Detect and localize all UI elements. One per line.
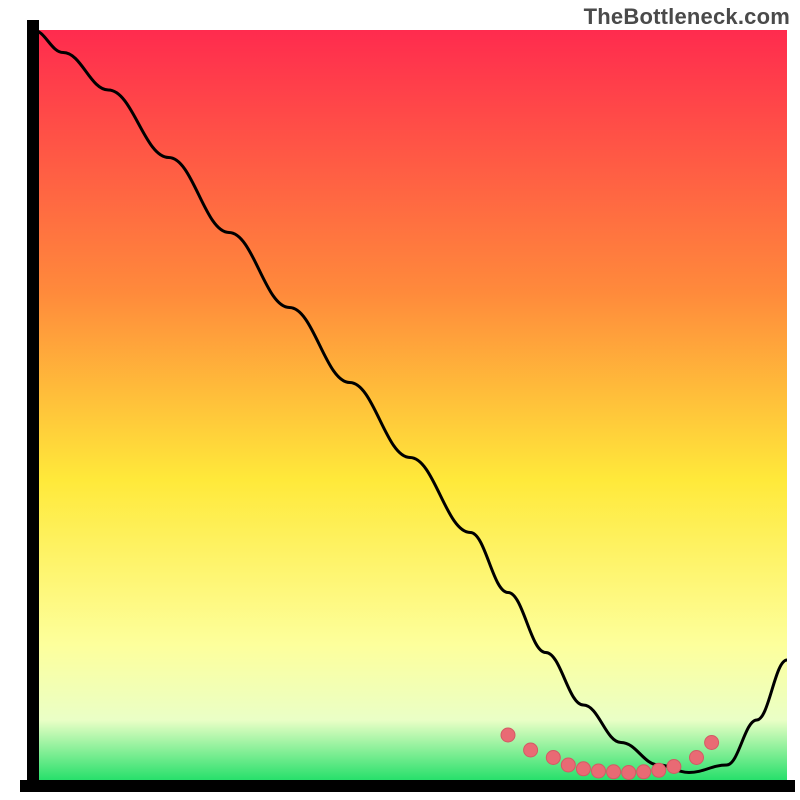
marker-dot bbox=[501, 728, 515, 742]
marker-dot bbox=[652, 763, 666, 777]
marker-dot bbox=[524, 743, 538, 757]
marker-dot bbox=[576, 762, 590, 776]
marker-dot bbox=[607, 765, 621, 779]
marker-dot bbox=[637, 765, 651, 779]
marker-dot bbox=[690, 751, 704, 765]
chart-stage: TheBottleneck.com bbox=[0, 0, 800, 800]
plot-background bbox=[33, 30, 787, 780]
marker-dot bbox=[561, 758, 575, 772]
marker-dot bbox=[622, 766, 636, 780]
marker-dot bbox=[592, 764, 606, 778]
marker-dot bbox=[546, 751, 560, 765]
marker-dot bbox=[667, 760, 681, 774]
marker-dot bbox=[705, 736, 719, 750]
chart-svg bbox=[0, 0, 800, 800]
